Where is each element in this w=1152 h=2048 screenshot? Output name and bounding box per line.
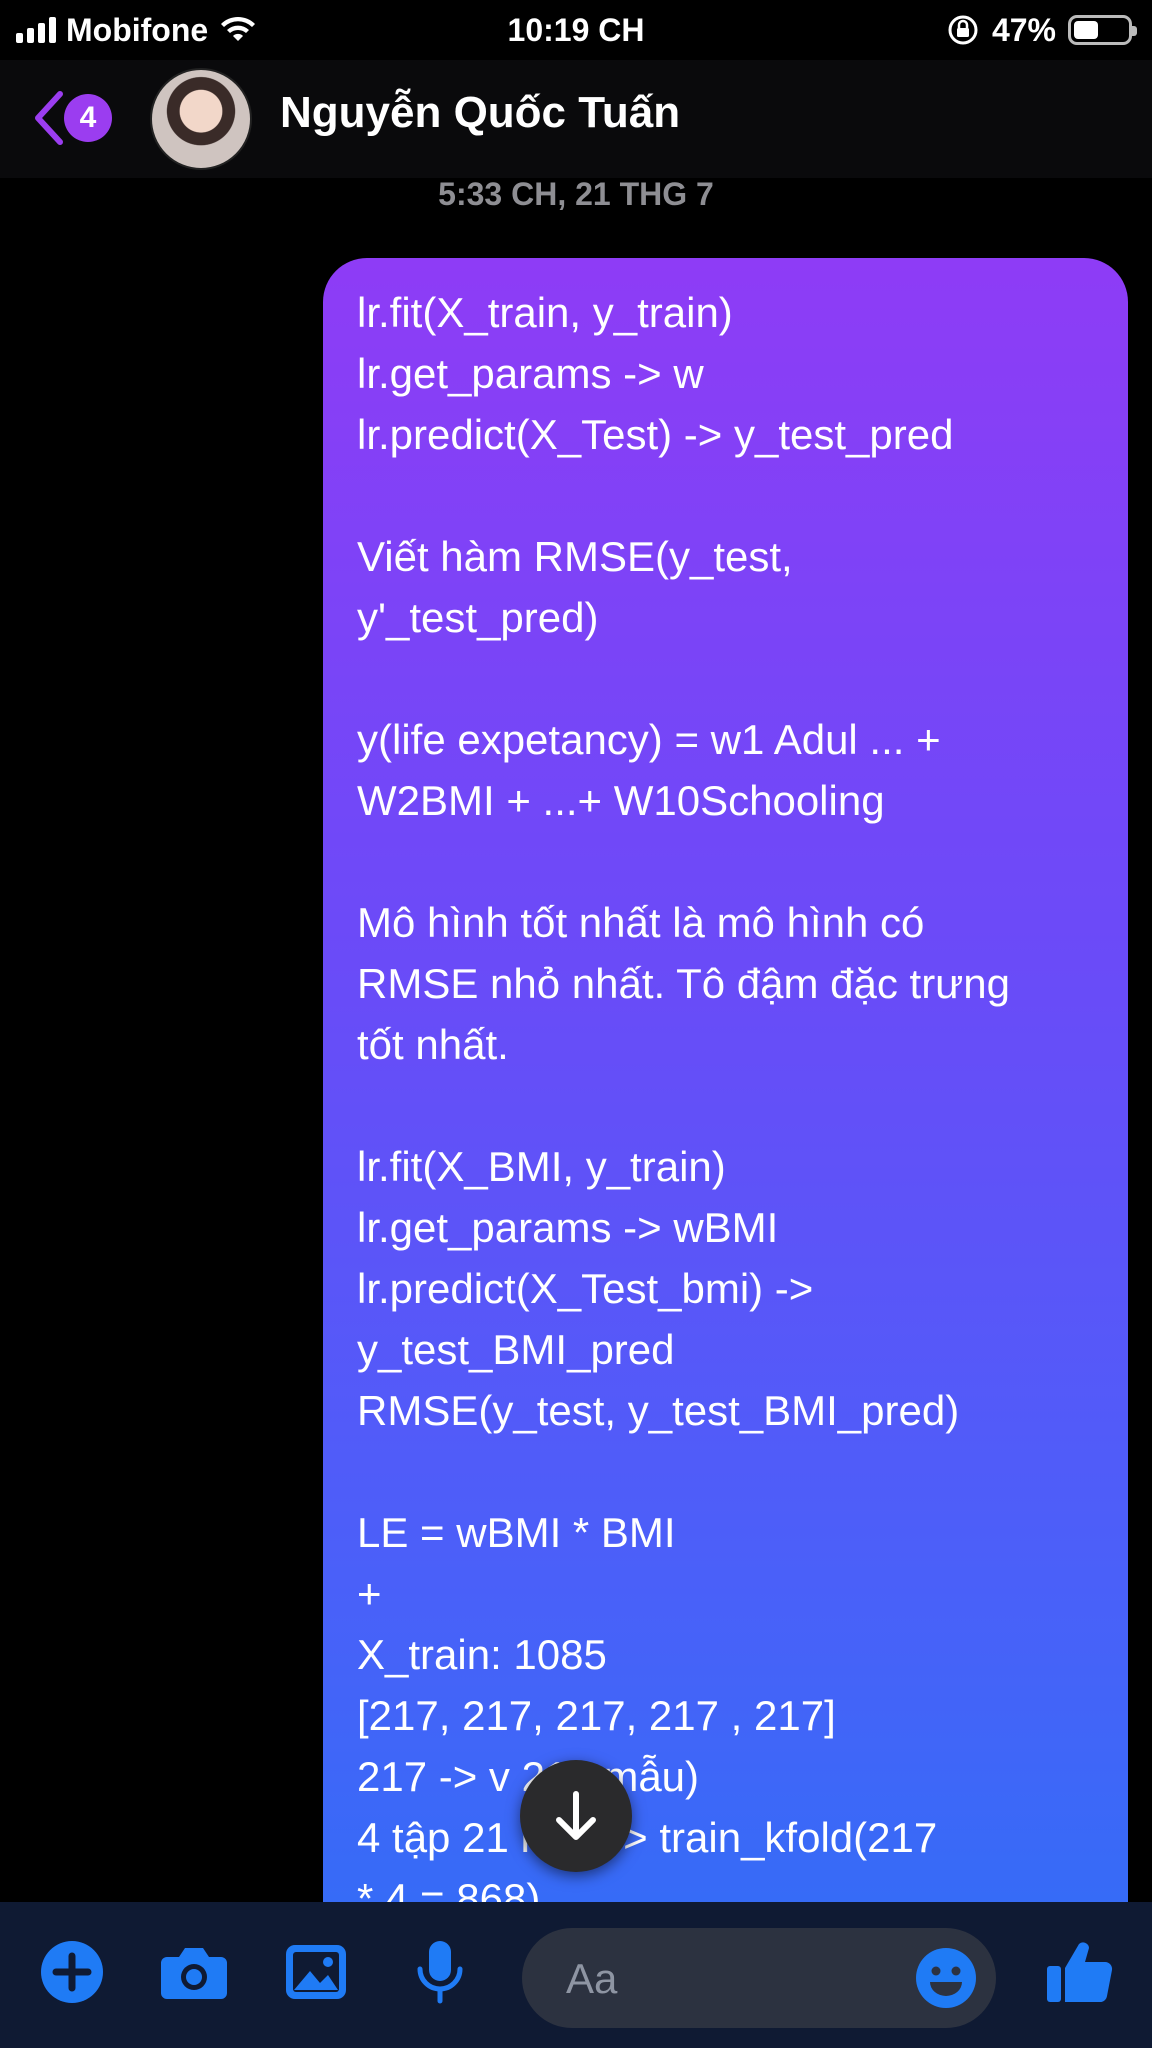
voice-button[interactable] (400, 1932, 480, 2012)
message-line: y'_test_pred) (357, 594, 599, 641)
sent-message-bubble[interactable]: lr.fit(X_train, y_train) lr.get_params ->… (323, 258, 1128, 2018)
camera-button[interactable] (154, 1932, 234, 2012)
message-line: lr.get_params -> wBMI (357, 1204, 779, 1251)
message-line: lr.predict(X_Test_bmi) -> (357, 1265, 814, 1312)
thumbs-up-icon (1047, 1942, 1113, 2003)
message-line: 217 -> v 217 mẫu) (357, 1753, 700, 1800)
battery-percent: 47% (991, 11, 1056, 48)
message-line: lr.fit(X_BMI, y_train) (357, 1143, 726, 1190)
battery-icon (1068, 15, 1137, 45)
message-line: RMSE(y_test, y_test_BMI_pred) (357, 1387, 960, 1434)
message-line: LE = wBMI * BMI (357, 1509, 676, 1556)
message-input[interactable] (564, 1928, 898, 2030)
message-line (357, 1075, 1102, 1136)
message-line: y_test_BMI_pred (357, 1326, 675, 1373)
back-button[interactable]: 4 (32, 90, 112, 146)
message-line (357, 465, 1102, 526)
composer-bar (0, 1902, 1152, 2048)
message-line (357, 1441, 1102, 1502)
message-line: lr.predict(X_Test) -> y_test_pred (357, 411, 954, 458)
plus-icon (41, 1941, 103, 2003)
message-line (357, 648, 1102, 709)
scroll-to-bottom-button[interactable] (520, 1760, 632, 1872)
message-line: lr.fit(X_train, y_train) (357, 289, 733, 336)
like-button[interactable] (1040, 1932, 1120, 2012)
emoji-icon[interactable] (914, 1946, 978, 2010)
message-line: 4 tập 21 n lại -> train_kfold(217 (357, 1814, 938, 1861)
message-line: y(life expetancy) = w1 Adul ... + (357, 716, 941, 763)
message-line: Viết hàm RMSE(y_test, (357, 533, 793, 580)
message-text: lr.fit(X_train, y_train) lr.get_params ->… (357, 282, 1102, 1929)
unread-count-badge: 4 (64, 94, 112, 142)
contact-name[interactable]: Nguyễn Quốc Tuấn (280, 88, 680, 138)
status-bar: Mobifone 10:19 CH 47% (0, 0, 1152, 60)
chat-header: 4 Nguyễn Quốc Tuấn (0, 60, 1152, 178)
message-line: Mô hình tốt nhất là mô hình có (357, 899, 925, 946)
message-line: tốt nhất. (357, 1021, 509, 1068)
image-icon (286, 1945, 346, 1999)
avatar[interactable] (150, 68, 252, 170)
message-line: lr.get_params -> w (357, 350, 704, 397)
rotation-lock-icon (948, 15, 978, 45)
plus-button[interactable] (32, 1932, 112, 2012)
status-right: 47% (946, 8, 1137, 52)
message-input-container[interactable] (522, 1928, 996, 2030)
arrow-down-icon (556, 1791, 596, 1840)
message-line (357, 831, 1102, 892)
back-chevron-icon (35, 91, 63, 145)
microphone-icon (417, 1941, 463, 2004)
message-line: + (357, 1570, 382, 1617)
gallery-button[interactable] (276, 1932, 356, 2012)
message-line: RMSE nhỏ nhất. Tô đậm đặc trưng (357, 960, 1011, 1007)
message-line: W2BMI + ...+ W10Schooling (357, 777, 885, 824)
message-line: X_train: 1085 (357, 1631, 607, 1678)
camera-icon (161, 1948, 227, 1999)
message-line: [217, 217, 217, 217 , 217] (357, 1692, 836, 1739)
message-timestamp: 5:33 CH, 21 THG 7 (438, 176, 714, 212)
